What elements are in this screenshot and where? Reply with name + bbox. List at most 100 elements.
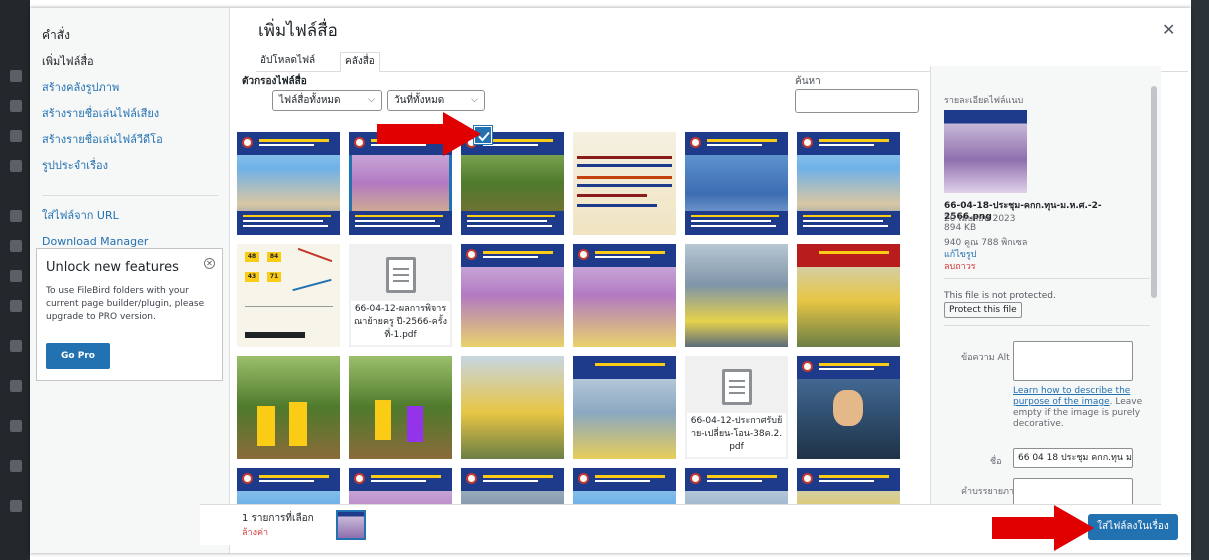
- logo-icon: [802, 473, 813, 484]
- page-scrollbar[interactable]: [1191, 0, 1209, 560]
- admin-menu-icon: [10, 160, 22, 172]
- protection-status: This file is not protected.: [944, 291, 1056, 301]
- alt-text-help: Learn how to describe the purpose of the…: [1013, 386, 1143, 430]
- attachment-document[interactable]: 66-04-12-ประกาศรับย้าย-เปลี่ยน-โอน-38ค.2…: [685, 356, 788, 459]
- sidebar-item-video-playlist[interactable]: สร้างรายชื่อเล่นไฟล์วีดีโอ: [42, 132, 218, 158]
- delete-permanently-link[interactable]: ลบถาวร: [944, 259, 976, 273]
- attachment-thumbnail[interactable]: [685, 132, 788, 235]
- admin-menu-icon: [10, 100, 22, 112]
- thumbnail-text-line: [467, 215, 555, 218]
- admin-menu-icon: [10, 210, 22, 222]
- admin-menu-icon: [10, 300, 22, 312]
- attachment-thumbnail[interactable]: [349, 356, 452, 459]
- document-filename: 66-04-12-ผลการพิจารณาย้ายครู ปี-2566-ครั…: [351, 301, 450, 345]
- thumbnail-title-line: [595, 480, 650, 482]
- attachment-thumbnail[interactable]: [461, 244, 564, 347]
- tab-media-library[interactable]: คลังสื่อ: [340, 52, 380, 72]
- attachment-thumbnail[interactable]: [461, 356, 564, 459]
- chart-legend: [245, 332, 305, 338]
- thumbnail-text-line: [803, 215, 891, 218]
- sidebar-item-audio-playlist[interactable]: สร้างรายชื่อเล่นไฟล์เสียง: [42, 106, 218, 132]
- attachment-thumbnail[interactable]: [797, 356, 900, 459]
- details-scrollbar[interactable]: [1149, 70, 1159, 498]
- close-icon[interactable]: ✕: [1162, 22, 1175, 38]
- thumbnail-title-line: [819, 480, 874, 482]
- sidebar-separator: [42, 184, 218, 196]
- attachment-thumbnail[interactable]: [461, 468, 564, 504]
- thumbnail-title-line: [371, 480, 426, 482]
- attachment-thumbnail[interactable]: [797, 244, 900, 347]
- clear-selection-link[interactable]: ล้างค่า: [242, 525, 268, 539]
- date-select[interactable]: วันที่ทั้งหมด ⌵: [387, 90, 485, 111]
- admin-menu-icon: [10, 70, 22, 82]
- thumbnail-title-line: [707, 480, 762, 482]
- thumbnail-title-line: [483, 251, 553, 254]
- title-field[interactable]: 66 04 18 ประชุม คกก.ทุน ม: [1013, 448, 1133, 468]
- attachment-thumbnail[interactable]: [685, 468, 788, 504]
- screen: คำสั่ง เพิ่มไฟล์สื่อ สร้างคลังรูปภาพ สร้…: [0, 0, 1209, 560]
- thumbnail-banner: [237, 132, 340, 155]
- thumbnail-text-line: [577, 194, 647, 197]
- thumbnail-title-line: [819, 368, 874, 370]
- logo-icon: [690, 137, 701, 148]
- chart-line: [292, 278, 332, 292]
- protect-file-button[interactable]: Protect this file: [944, 302, 1022, 318]
- sidebar-title: คำสั่ง: [42, 28, 70, 42]
- attachment-thumbnail[interactable]: 48 84 43 71: [237, 244, 340, 347]
- thumbnail-text-line: [355, 215, 443, 218]
- thumbnail-banner: [797, 356, 900, 379]
- thumbnail-title-line: [371, 475, 441, 478]
- go-pro-button[interactable]: Go Pro: [46, 343, 110, 369]
- attachment-document[interactable]: 66-04-12-ผลการพิจารณาย้ายครู ปี-2566-ครั…: [349, 244, 452, 347]
- attachment-thumbnail[interactable]: [573, 244, 676, 347]
- search-input[interactable]: [795, 89, 919, 113]
- sidebar-item-create-gallery[interactable]: สร้างคลังรูปภาพ: [42, 80, 218, 106]
- attachment-thumbnail[interactable]: [237, 468, 340, 504]
- insert-into-post-button[interactable]: ใส่ไฟล์ลงในเรื่อง: [1088, 514, 1178, 540]
- attachment-thumbnail[interactable]: [349, 468, 452, 504]
- thumbnail-title-line: [483, 480, 538, 482]
- selection-thumbnail[interactable]: [336, 510, 366, 540]
- filter-label: ตัวกรองไฟล์สื่อ: [242, 76, 307, 87]
- thumbnail-footer: [685, 211, 788, 235]
- chart-number: 43: [247, 273, 257, 280]
- thumbnail-title-line: [483, 139, 553, 142]
- thumbnail-banner: [461, 244, 564, 267]
- thumbnail-text-line: [803, 225, 888, 228]
- thumbnail-footer: [349, 211, 452, 235]
- attachment-thumbnail[interactable]: [797, 468, 900, 504]
- close-icon[interactable]: ✕: [204, 258, 215, 269]
- attachment-thumbnail[interactable]: [237, 132, 340, 235]
- attachment-thumbnail[interactable]: [797, 132, 900, 235]
- attachment-thumbnail[interactable]: [685, 244, 788, 347]
- media-type-select[interactable]: ไฟล์สื่อทั้งหมด ⌵: [272, 90, 382, 111]
- sidebar-item-add-media[interactable]: เพิ่มไฟล์สื่อ: [42, 54, 218, 80]
- logo-icon: [802, 361, 813, 372]
- attachment-thumbnail[interactable]: [573, 356, 676, 459]
- tab-upload[interactable]: อัปโหลดไฟล์: [256, 52, 319, 72]
- thumbnail-banner: [573, 356, 676, 379]
- thumbnail-text-line: [243, 220, 323, 223]
- attachment-thumbnail[interactable]: [237, 356, 340, 459]
- divider: [944, 325, 1150, 326]
- attachment-thumbnail[interactable]: [573, 468, 676, 504]
- caption-field[interactable]: [1013, 478, 1133, 504]
- admin-menu-background: [0, 0, 30, 560]
- thumbnail-text-line: [243, 225, 328, 228]
- document-icon: [386, 257, 416, 293]
- scrollbar-thumb[interactable]: [1151, 86, 1157, 298]
- thumbnail-footer: [797, 211, 900, 235]
- admin-menu-icon: [10, 500, 22, 512]
- admin-menu-icon: [10, 380, 22, 392]
- thumbnail-text-line: [691, 225, 776, 228]
- logo-icon: [802, 137, 813, 148]
- thumbnail-title-line: [707, 144, 762, 146]
- sidebar-item-insert-from-url[interactable]: ใส่ไฟล์จาก URL: [42, 208, 218, 234]
- thumbnail-title-line: [259, 139, 329, 142]
- thumbnail-figure: [833, 390, 863, 426]
- sidebar-item-featured-image[interactable]: รูปประจำเรื่อง: [42, 158, 218, 184]
- alt-text-field[interactable]: [1013, 341, 1133, 381]
- chevron-down-icon: ⌵: [368, 95, 375, 105]
- logo-icon: [466, 473, 477, 484]
- attachment-thumbnail[interactable]: [573, 132, 676, 235]
